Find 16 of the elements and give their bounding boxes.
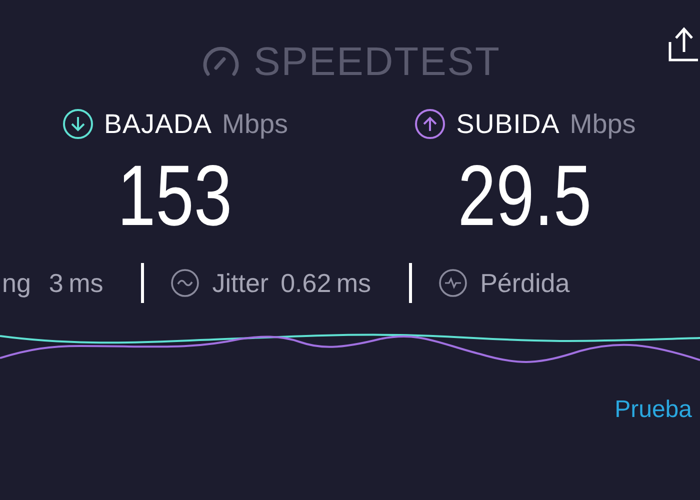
speed-value: 153 bbox=[118, 147, 232, 246]
metric-value: 0.62 ms bbox=[280, 268, 372, 298]
metric-label: Pérdida bbox=[480, 268, 570, 298]
metric-label: Jitter bbox=[212, 268, 269, 298]
logo-text: SPEEDTEST bbox=[254, 40, 500, 84]
speed-value: 29.5 bbox=[458, 147, 592, 246]
unit-label: Mbps bbox=[570, 108, 636, 140]
metric-label: ng bbox=[2, 268, 31, 298]
loss-icon bbox=[438, 268, 468, 298]
test-link[interactable]: Prueba bbox=[614, 396, 692, 424]
metric-value: 3 ms bbox=[48, 268, 104, 298]
unit-label: Mbps bbox=[222, 108, 288, 140]
share-icon[interactable] bbox=[668, 26, 698, 62]
jitter-icon bbox=[170, 268, 200, 298]
result-label: BAJADA bbox=[104, 108, 212, 140]
result-label: SUBIDA bbox=[456, 108, 560, 140]
